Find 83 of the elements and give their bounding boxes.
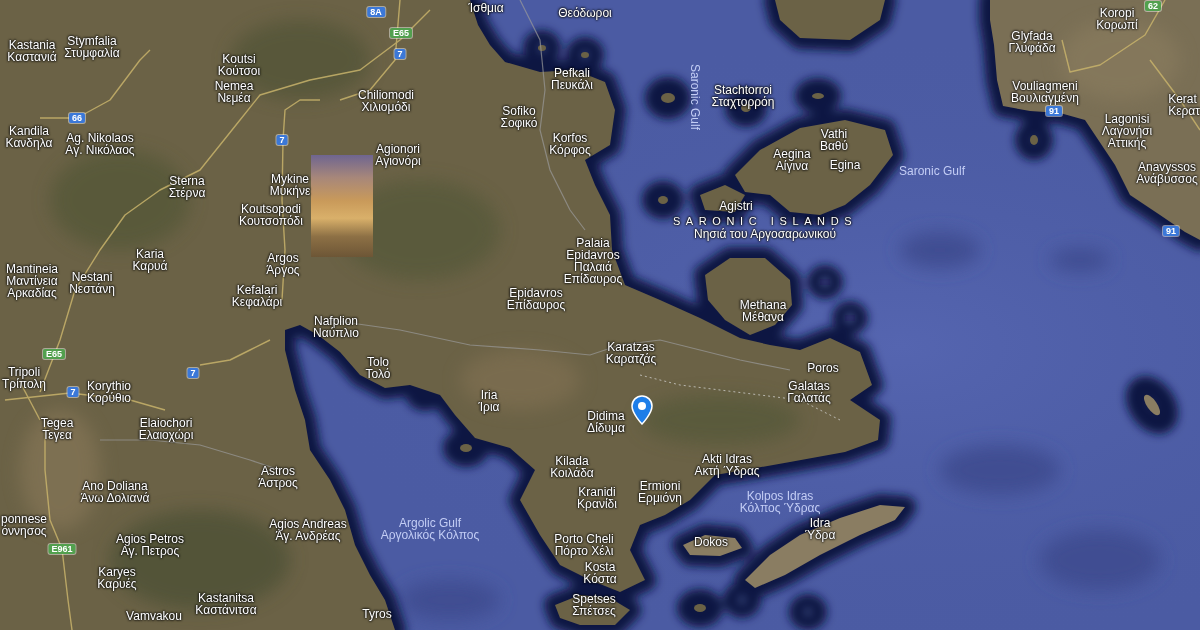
place-label: Mantineia Μαντίνεια Αρκαδίας <box>6 263 58 299</box>
place-label: Nemea Νεμέα <box>214 80 254 104</box>
water-label: Saronic Gulf <box>689 64 701 130</box>
place-label: Θεόδωροι <box>558 7 612 19</box>
place-label: Anavyssos Ανάβυσσος <box>1136 161 1198 185</box>
place-label: Ag. Nikolaos Αγ. Νικόλαος <box>65 132 135 156</box>
place-label: Idra Ύδρα <box>804 517 836 541</box>
place-label: Nafplion Ναύπλιο <box>313 315 359 339</box>
map-pin-icon[interactable] <box>631 395 653 425</box>
place-label: Karia Καρυά <box>132 248 168 272</box>
road-shield: E961 <box>48 544 76 554</box>
place-label: Porto Cheli Πόρτο Χέλι <box>554 533 614 557</box>
road-shield: 62 <box>1145 1 1161 11</box>
road-shield: 91 <box>1046 106 1062 116</box>
place-label: Karatzas Καρατζάς <box>605 341 657 365</box>
place-label: Korfos Κόρφος <box>549 132 591 156</box>
place-label: Koutsi Κούτσοι <box>217 53 261 77</box>
region-label: SARONIC ISLANDS Νησιά του Αργοσαρωνικού <box>672 215 858 241</box>
place-label: Palaia Epidavros Παλαιά Επίδαυρος <box>563 237 623 285</box>
place-label: Agios Petros Αγ. Πετρος <box>116 533 184 557</box>
place-label: Koutsopodi Κουτσοπόδι <box>239 203 303 227</box>
place-label: Stymfalia Στυμφαλία <box>64 35 120 59</box>
place-label: Ano Doliana Άνω Δολιανά <box>80 480 150 504</box>
water-label: Argolic Gulf Αργολικός Κόλπος <box>380 517 480 541</box>
place-label: Egina <box>829 159 861 171</box>
place-label: Kefalari Κεφαλάρι <box>231 284 283 308</box>
place-label: Korythio Κορύθιο <box>87 380 131 404</box>
place-label: Sofiko Σοφικό <box>500 105 538 129</box>
road-shield: 91 <box>1163 226 1179 236</box>
place-label: Kilada Κοιλάδα <box>550 455 594 479</box>
place-label: Kranidi Κρανίδι <box>577 486 617 510</box>
place-label: Mykine Μυκήνε <box>269 173 311 197</box>
road-shield: 7 <box>187 368 199 378</box>
place-label: Nestani Νεστάνη <box>69 271 115 295</box>
place-label: Lagonisi Λαγονήσι Αττικής <box>1101 113 1153 149</box>
place-label: Tyros <box>362 608 392 620</box>
place-label: Karyes Καρυές <box>97 566 137 590</box>
place-label: Didima Δίδυμα <box>587 410 625 434</box>
place-label: Epidavros Επίδαυρος <box>506 287 566 311</box>
place-label: Spetses Σπέτσες <box>572 593 616 617</box>
place-label: Sterna Στέρνα <box>168 175 206 199</box>
place-label: Kerat Κερατ <box>1168 93 1200 117</box>
water-label: Kolpos Idras Κόλπος Ύδρας <box>739 490 821 514</box>
water-label: Saronic Gulf <box>899 165 965 177</box>
place-label: Chiliomodi Χιλιομόδι <box>358 89 414 113</box>
place-label: Kastania Καστανιά <box>7 39 57 63</box>
place-label: Elaiochori Ελαιοχώρι <box>138 417 194 441</box>
road-shield: 7 <box>67 387 79 397</box>
place-label: ponnese όννησος <box>1 513 47 537</box>
place-label: Dokos <box>694 536 728 548</box>
place-label: Koropi Κορωπί <box>1096 7 1138 31</box>
place-label: Argos Άργος <box>266 252 300 276</box>
place-label: Kastanitsa Καστάνιτσα <box>195 592 257 616</box>
place-label: Poros <box>807 362 839 374</box>
place-label: Glyfada Γλυφάδα <box>1008 30 1056 54</box>
place-label: Vathi Βαθύ <box>819 128 849 152</box>
place-label: Methana Μέθανα <box>739 299 787 323</box>
place-label: Tolo Τολό <box>365 356 391 380</box>
place-label: Vamvakou <box>126 610 182 622</box>
place-label: Agistri <box>719 200 753 212</box>
place-label: Tripoli Τρίπολη <box>1 366 47 390</box>
place-label: Ermioni Ερμιόνη <box>638 480 682 504</box>
road-shield: 8A <box>367 7 385 17</box>
place-label: Astros Άστρος <box>258 465 298 489</box>
road-shield: E65 <box>390 28 412 38</box>
place-label: Galatas Γαλατάς <box>787 380 831 404</box>
place-label: Akti Idras Ακτή Ύδρας <box>694 453 760 477</box>
place-label: Iria Ίρια <box>478 389 500 413</box>
road-shield: 7 <box>394 49 406 59</box>
road-shield: E65 <box>43 349 65 359</box>
photo-placeholder[interactable] <box>311 155 373 257</box>
place-label: Agionori Αγιονόρι <box>375 143 421 167</box>
place-label: Vouliagmeni Βουλιαγμένη <box>1011 80 1079 104</box>
place-label: Aegina Αίγινα <box>773 148 811 172</box>
place-label: Kandila Κανδηλα <box>5 125 53 149</box>
place-label: Ίσθμια <box>468 2 504 14</box>
place-label: Tegea Τεγεα <box>40 417 74 441</box>
place-label: Kosta Κόστα <box>583 561 617 585</box>
place-label: Agios Andreas Άγ. Ανδρέας <box>269 518 347 542</box>
place-label: Stachtorroi Σταχτορρόη <box>711 84 775 108</box>
road-shield: 7 <box>276 135 288 145</box>
road-shield: 66 <box>69 113 85 123</box>
place-label: Pefkali Πευκάλι <box>551 67 593 91</box>
